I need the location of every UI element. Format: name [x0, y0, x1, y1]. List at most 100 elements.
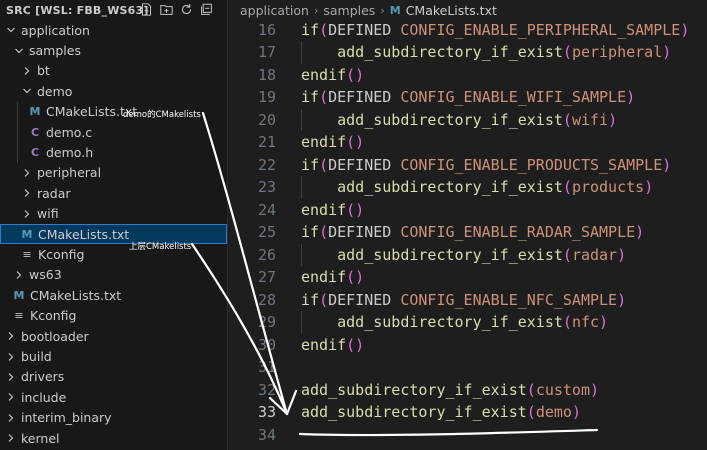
code-line[interactable]: 23 add_subdirectory_if_exist(products) — [228, 176, 707, 199]
chevron-right-icon — [4, 392, 18, 402]
tree-item-label: ws63 — [29, 267, 62, 283]
tree-item[interactable]: bootloader — [0, 326, 227, 346]
chevron-right-icon — [4, 433, 18, 443]
tree-item[interactable]: ≡ Kconfig — [0, 244, 227, 264]
paren-token: ) — [608, 110, 618, 129]
line-number: 34 — [257, 425, 276, 444]
tree-item[interactable]: build — [0, 346, 227, 366]
tree-item[interactable]: wifi — [0, 204, 227, 224]
cmake-file-icon: M — [21, 227, 33, 241]
chevron-down-icon — [20, 86, 34, 96]
tree-item-label: Kconfig — [30, 308, 77, 324]
chevron-right-icon — [12, 270, 26, 280]
line-number: 32 — [257, 380, 276, 399]
keyword-token: endif — [301, 133, 347, 151]
code-text: if(DEFINED CONFIG_ENABLE_RADAR_SAMPLE) — [301, 221, 644, 244]
paren-token: ( — [319, 20, 329, 39]
new-folder-icon[interactable] — [159, 2, 173, 16]
code-line[interactable]: 16 if(DEFINED CONFIG_ENABLE_PERIPHERAL_SA… — [228, 19, 707, 42]
tree-item[interactable]: samples — [0, 40, 227, 60]
keyword-token: endif — [301, 335, 347, 354]
kconfig-file-icon: ≡ — [14, 309, 24, 323]
paren-token: ( — [562, 313, 572, 331]
code-line[interactable]: 25 if(DEFINED CONFIG_ENABLE_RADAR_SAMPLE) — [228, 221, 707, 244]
code-text: add_subdirectory_if_exist(peripheral) — [301, 41, 671, 64]
code-line[interactable]: 31 — [228, 356, 707, 379]
macro-token: CONFIG_ENABLE_WIFI_SAMPLE — [400, 88, 627, 106]
tree-item-label: peripheral — [37, 165, 102, 181]
code-line[interactable]: 34 — [228, 424, 707, 447]
tree-item[interactable]: radar — [0, 183, 227, 203]
explorer-sidebar: SRC [WSL: FBB_WS63] application samples bt… — [0, 0, 228, 450]
code-text: endif() — [301, 131, 364, 154]
tree-item[interactable]: interim_binary — [0, 408, 227, 428]
code-line[interactable]: 19 if(DEFINED CONFIG_ENABLE_WIFI_SAMPLE) — [228, 86, 707, 109]
paren-token: ) — [617, 290, 627, 309]
tree-item[interactable]: ≡ Kconfig — [0, 306, 227, 326]
chevron-right-icon — [20, 209, 34, 219]
code-line[interactable]: 27 endif() — [228, 266, 707, 289]
tree-item-label: bootloader — [21, 328, 89, 344]
tree-item[interactable]: kernel — [0, 428, 227, 448]
tree-item[interactable]: M CMakeLists.txt — [0, 224, 227, 245]
tree-item[interactable]: drivers — [0, 367, 227, 387]
explorer-header: SRC [WSL: FBB_WS63] — [0, 0, 227, 20]
paren-token: ) — [644, 178, 654, 196]
tree-item-label: radar — [37, 185, 71, 201]
paren-token: ) — [662, 43, 672, 61]
code-line[interactable]: 26 add_subdirectory_if_exist(radar) — [228, 243, 707, 266]
paren-token: () — [346, 133, 365, 151]
line-number: 22 — [257, 155, 276, 174]
argument-token: radar — [571, 245, 618, 264]
code-line[interactable]: 18 endif() — [228, 64, 707, 87]
chevron-right-icon: › — [380, 3, 385, 17]
code-line[interactable]: 32 add_subdirectory_if_exist(custom) — [228, 379, 707, 402]
breadcrumb-item-samples[interactable]: samples — [323, 3, 375, 18]
paren-token: ) — [680, 20, 690, 39]
chevron-right-icon — [4, 331, 18, 341]
paren-token: ) — [635, 223, 645, 241]
macro-token: CONFIG_ENABLE_PRODUCTS_SAMPLE — [400, 155, 663, 174]
breadcrumb-item-application[interactable]: application — [240, 3, 309, 18]
chevron-right-icon — [4, 372, 18, 382]
code-editor[interactable]: application › samples › M CMakeLists.txt… — [228, 0, 707, 450]
code-line[interactable]: 22 if(DEFINED CONFIG_ENABLE_PRODUCTS_SAMP… — [228, 154, 707, 177]
tree-item[interactable]: ws63 — [0, 265, 227, 285]
line-number: 18 — [257, 65, 276, 84]
tree-item[interactable]: include — [0, 387, 227, 407]
tree-item-label: drivers — [21, 369, 65, 385]
collapse-all-icon[interactable] — [199, 2, 213, 16]
line-number: 20 — [257, 110, 276, 129]
c-file-icon: C — [30, 125, 40, 139]
tree-item[interactable]: bt — [0, 61, 227, 81]
keyword-token: if — [301, 88, 320, 106]
tree-item[interactable]: application — [0, 20, 227, 40]
tree-item[interactable]: demo — [0, 81, 227, 101]
tree-item[interactable]: peripheral — [0, 163, 227, 183]
tree-item[interactable]: M CMakeLists.txt — [0, 285, 227, 305]
tree-item[interactable]: Cdemo.h — [0, 142, 227, 162]
argument-token: peripheral — [571, 43, 663, 61]
code-text: add_subdirectory_if_exist(wifi) — [301, 109, 617, 132]
code-line[interactable]: 24 endif() — [228, 199, 707, 222]
code-line[interactable]: 29 add_subdirectory_if_exist(nfc) — [228, 311, 707, 334]
paren-token: ) — [571, 403, 581, 421]
kconfig-file-icon: ≡ — [22, 248, 32, 262]
breadcrumb-item-file[interactable]: CMakeLists.txt — [406, 3, 497, 18]
argument-token: products — [571, 178, 645, 196]
macro-token: CONFIG_ENABLE_RADAR_SAMPLE — [400, 223, 636, 241]
chevron-right-icon — [4, 352, 18, 362]
tree-item[interactable]: Cdemo.c — [0, 122, 227, 142]
paren-token: () — [346, 268, 365, 286]
code-line[interactable]: 21 endif() — [228, 131, 707, 154]
keyword-token: DEFINED — [328, 88, 401, 106]
code-line[interactable]: 30 endif() — [228, 334, 707, 357]
code-line[interactable]: 17 add_subdirectory_if_exist(peripheral) — [228, 41, 707, 64]
refresh-icon[interactable] — [179, 2, 193, 16]
new-file-icon[interactable] — [139, 2, 153, 16]
code-line[interactable]: 33 add_subdirectory_if_exist(demo) — [228, 401, 707, 424]
line-number: 21 — [257, 133, 276, 151]
code-line[interactable]: 20 add_subdirectory_if_exist(wifi) — [228, 108, 707, 132]
tree-item-label: demo.c — [46, 124, 93, 140]
code-line[interactable]: 28 if(DEFINED CONFIG_ENABLE_NFC_SAMPLE) — [228, 289, 707, 312]
